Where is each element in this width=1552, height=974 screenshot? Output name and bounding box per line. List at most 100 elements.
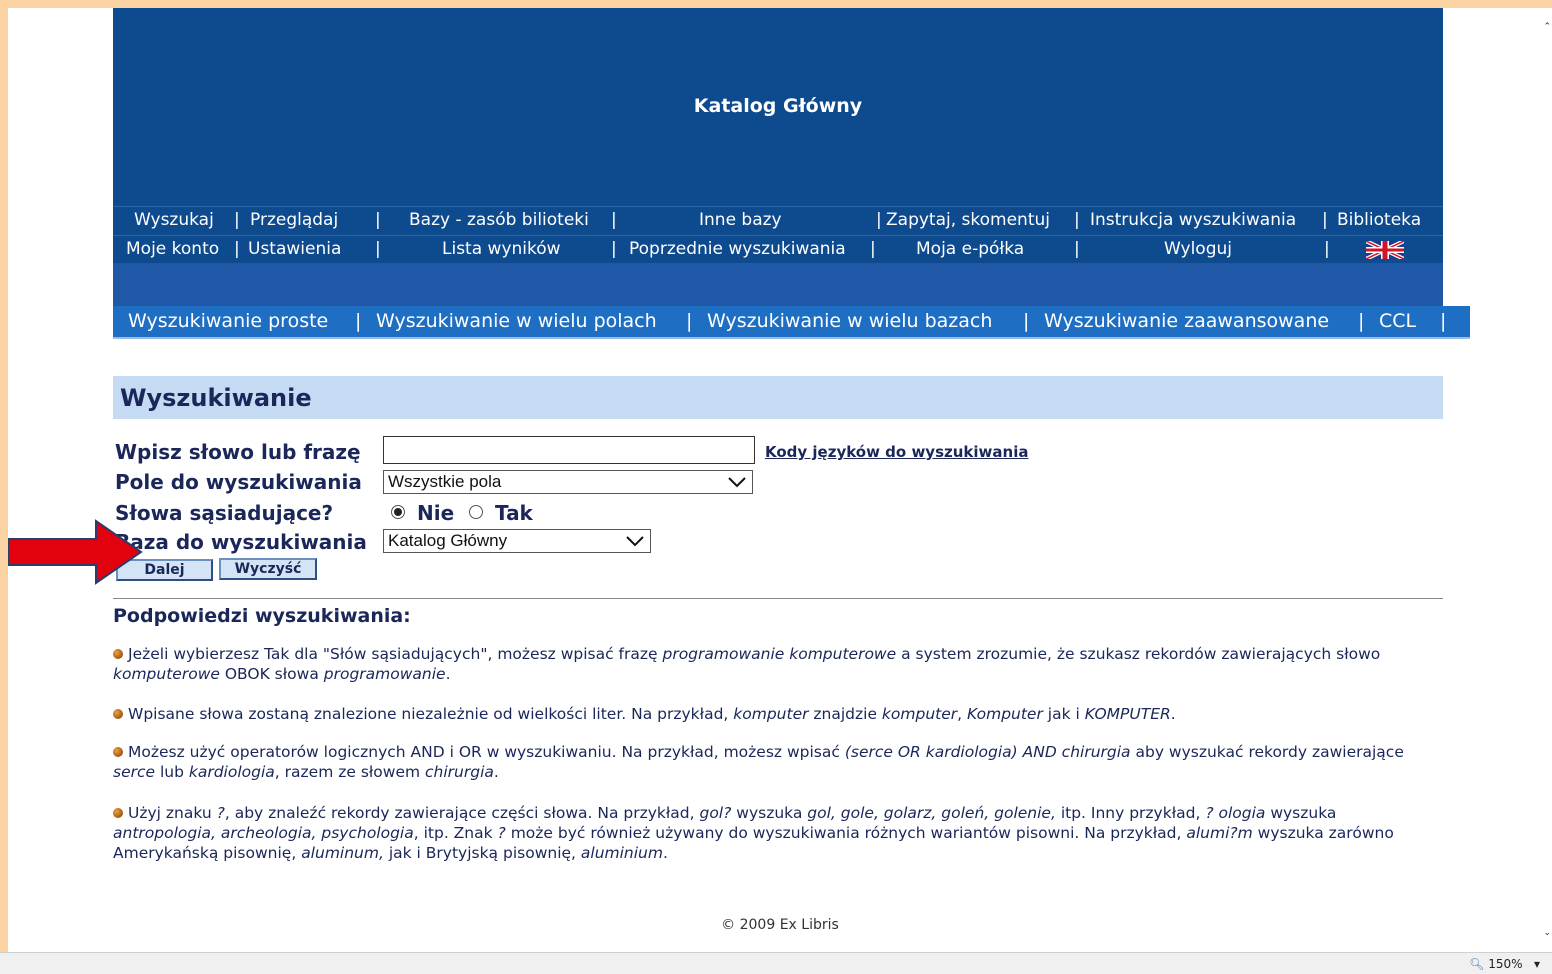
hint-text: jak i Brytyjską pisownię, bbox=[383, 844, 581, 862]
nav-sep: | bbox=[1074, 210, 1080, 230]
clear-button[interactable]: Wyczyść bbox=[219, 558, 317, 580]
hint-text: aby wyszukać rekordy zawierające bbox=[1130, 743, 1404, 761]
hint-example: kardiologia bbox=[188, 763, 275, 781]
nav-instructions[interactable]: Instrukcja wyszukiwania bbox=[1090, 210, 1296, 230]
tab-sep: | bbox=[1440, 310, 1447, 332]
footer-copyright: © 2009 Ex Libris bbox=[721, 917, 839, 933]
base-select-value: Katalog Główny bbox=[388, 531, 508, 550]
chevron-down-icon bbox=[728, 477, 746, 488]
zoom-level: 150% bbox=[1488, 957, 1523, 971]
base-label: Baza do wyszukiwania bbox=[115, 530, 367, 554]
scroll-up-icon[interactable]: ⌃ bbox=[1543, 22, 1551, 32]
hint-example: serce bbox=[113, 763, 156, 781]
adjacent-label: Słowa sąsiadujące? bbox=[115, 501, 334, 525]
hint-text: lub bbox=[155, 763, 189, 781]
nav-sep: | bbox=[611, 239, 617, 259]
nav-e-shelf[interactable]: Moja e-półka bbox=[916, 239, 1024, 259]
divider bbox=[113, 598, 1443, 599]
hint-text: , itp. Znak bbox=[413, 824, 498, 842]
chevron-down-icon bbox=[626, 536, 644, 547]
site-header: Katalog Główny bbox=[113, 8, 1443, 206]
hint-text: , aby znaleźć rekordy zawierające części… bbox=[224, 804, 700, 822]
chevron-down-icon[interactable]: ▾ bbox=[1526, 957, 1540, 971]
hint-text: jak i bbox=[1042, 705, 1085, 723]
header-spacer-bar bbox=[113, 263, 1443, 306]
nav-logout[interactable]: Wyloguj bbox=[1164, 239, 1232, 259]
language-codes-link[interactable]: Kody języków do wyszukiwania bbox=[765, 443, 1028, 461]
vertical-scrollbar[interactable]: ⌃ ⌄ bbox=[1543, 8, 1552, 952]
nav-databases[interactable]: Bazy - zasób bilioteki bbox=[409, 210, 589, 230]
tab-simple-search[interactable]: Wyszukiwanie proste bbox=[128, 310, 328, 332]
hint-example: KOMPUTER bbox=[1084, 705, 1171, 723]
section-title: Wyszukiwanie bbox=[120, 384, 312, 412]
scroll-down-icon[interactable]: ⌄ bbox=[1543, 928, 1551, 938]
tab-multi-base[interactable]: Wyszukiwanie w wielu bazach bbox=[707, 310, 992, 332]
nav-ask[interactable]: Zapytaj, skomentuj bbox=[886, 210, 1050, 230]
zoom-control[interactable]: 🔍︎ 150% ▾ bbox=[1469, 957, 1540, 971]
hint-example: programowanie bbox=[323, 665, 446, 683]
hint-example: aluminum, bbox=[301, 844, 384, 862]
hint-text: może być również używany do wyszukiwania… bbox=[505, 824, 1187, 842]
nav-previous-searches[interactable]: Poprzednie wyszukiwania bbox=[629, 239, 846, 259]
nav-row-1: Wyszukaj | Przeglądaj | Bazy - zasób bil… bbox=[113, 206, 1443, 235]
hint-example: chirurgia bbox=[425, 763, 494, 781]
radio-adjacent-yes[interactable] bbox=[469, 505, 483, 519]
hint-example: komputerowe bbox=[113, 665, 220, 683]
bullet-icon bbox=[113, 649, 123, 659]
hint-example: ? bbox=[497, 824, 506, 842]
hint-text: , bbox=[957, 705, 967, 723]
page-title: Katalog Główny bbox=[693, 95, 863, 117]
hint-example: (serce OR kardiologia) AND chirurgia bbox=[844, 743, 1131, 761]
hint-example: alumi?m bbox=[1186, 824, 1253, 842]
hint-wildcard: Użyj znaku ?, aby znaleźć rekordy zawier… bbox=[113, 803, 1433, 863]
hint-boolean: Możesz użyć operatorów logicznych AND i … bbox=[113, 742, 1433, 782]
nav-sep: | bbox=[876, 210, 882, 230]
hint-text: a system zrozumie, że szukasz rekordów z… bbox=[896, 645, 1381, 663]
hint-case: Wpisane słowa zostaną znalezione niezale… bbox=[113, 704, 1433, 724]
hint-text: . bbox=[662, 844, 668, 862]
field-select[interactable]: Wszystkie pola bbox=[383, 470, 753, 494]
bullet-icon bbox=[113, 709, 123, 719]
nav-sep: | bbox=[375, 210, 381, 230]
hint-example: gol, gole, golarz, goleń, golenie, bbox=[807, 804, 1056, 822]
hint-example: ? ologia bbox=[1205, 804, 1266, 822]
hint-example: Komputer bbox=[967, 705, 1043, 723]
nav-my-account[interactable]: Moje konto bbox=[126, 239, 219, 259]
nav-search[interactable]: Wyszukaj bbox=[134, 210, 214, 230]
hint-text: wyszuka bbox=[731, 804, 808, 822]
hint-text: Wpisane słowa zostaną znalezione niezale… bbox=[128, 705, 734, 723]
hint-text: , razem ze słowem bbox=[274, 763, 426, 781]
nav-browse[interactable]: Przeglądaj bbox=[250, 210, 338, 230]
nav-other-db[interactable]: Inne bazy bbox=[699, 210, 782, 230]
nav-library[interactable]: Biblioteka bbox=[1337, 210, 1421, 230]
hint-example: antropologia, archeologia, psychologia bbox=[113, 824, 414, 842]
tab-ccl[interactable]: CCL bbox=[1379, 310, 1416, 332]
bullet-icon bbox=[113, 747, 123, 757]
tab-multi-field[interactable]: Wyszukiwanie w wielu polach bbox=[376, 310, 657, 332]
hint-text: . bbox=[1170, 705, 1176, 723]
search-input[interactable] bbox=[383, 436, 755, 464]
radio-adjacent-no[interactable] bbox=[391, 505, 405, 519]
uk-flag-icon[interactable] bbox=[1366, 241, 1404, 259]
nav-sep: | bbox=[1322, 210, 1328, 230]
hint-text: Jeżeli wybierzesz Tak dla "Słów sąsiaduj… bbox=[128, 645, 663, 663]
red-arrow-annotation bbox=[8, 519, 143, 585]
section-header: Wyszukiwanie bbox=[113, 376, 1443, 419]
nav-sep: | bbox=[375, 239, 381, 259]
tabs-underline bbox=[113, 337, 1470, 339]
nav-results-list[interactable]: Lista wyników bbox=[442, 239, 561, 259]
nav-settings[interactable]: Ustawienia bbox=[248, 239, 341, 259]
tab-advanced[interactable]: Wyszukiwanie zaawansowane bbox=[1044, 310, 1329, 332]
bullet-icon bbox=[113, 808, 123, 818]
hint-text: wyszuka bbox=[1265, 804, 1337, 822]
nav-sep: | bbox=[234, 210, 240, 230]
hint-text: Możesz użyć operatorów logicznych AND i … bbox=[128, 743, 845, 761]
hints-title: Podpowiedzi wyszukiwania: bbox=[113, 605, 411, 627]
nav-sep: | bbox=[234, 239, 240, 259]
hint-text: OBOK słowa bbox=[219, 665, 324, 683]
hint-text: . bbox=[493, 763, 499, 781]
magnifier-icon: 🔍︎ bbox=[1469, 957, 1485, 971]
hint-text: itp. Inny przykład, bbox=[1055, 804, 1206, 822]
base-select[interactable]: Katalog Główny bbox=[383, 529, 651, 553]
hint-example: aluminium bbox=[580, 844, 663, 862]
